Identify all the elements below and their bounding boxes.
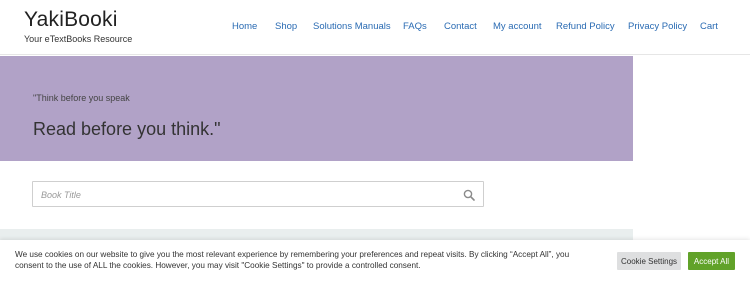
book-search-box [32, 181, 484, 207]
cookie-settings-button[interactable]: Cookie Settings [617, 252, 681, 270]
hero-quote-line-1: "Think before you speak [33, 93, 130, 103]
site-header: YakiBooki Your eTextBooks Resource Home … [0, 0, 750, 55]
nav-item-privacy-policy[interactable]: Privacy Policy [628, 21, 687, 32]
hero-banner: "Think before you speak Read before you … [0, 56, 633, 161]
cookie-consent-text: We use cookies on our website to give yo… [15, 250, 570, 270]
main-nav: Home Shop Solutions Manuals FAQs Contact… [0, 21, 750, 35]
cookie-consent-banner: We use cookies on our website to give yo… [0, 240, 750, 281]
search-icon[interactable] [463, 189, 475, 201]
accept-all-button[interactable]: Accept All [688, 252, 735, 270]
nav-item-contact[interactable]: Contact [444, 21, 477, 32]
nav-item-shop[interactable]: Shop [275, 21, 297, 32]
hero-quote-line-2: Read before you think." [33, 119, 221, 139]
nav-item-cart[interactable]: Cart [700, 21, 718, 32]
nav-item-home[interactable]: Home [232, 21, 257, 32]
nav-item-faqs[interactable]: FAQs [403, 21, 427, 32]
book-title-search-input[interactable] [41, 186, 451, 203]
site-tagline: Your eTextBooks Resource [24, 34, 133, 44]
nav-item-solutions-manuals[interactable]: Solutions Manuals [313, 21, 391, 32]
nav-item-my-account[interactable]: My account [493, 21, 542, 32]
nav-item-refund-policy[interactable]: Refund Policy [556, 21, 615, 32]
